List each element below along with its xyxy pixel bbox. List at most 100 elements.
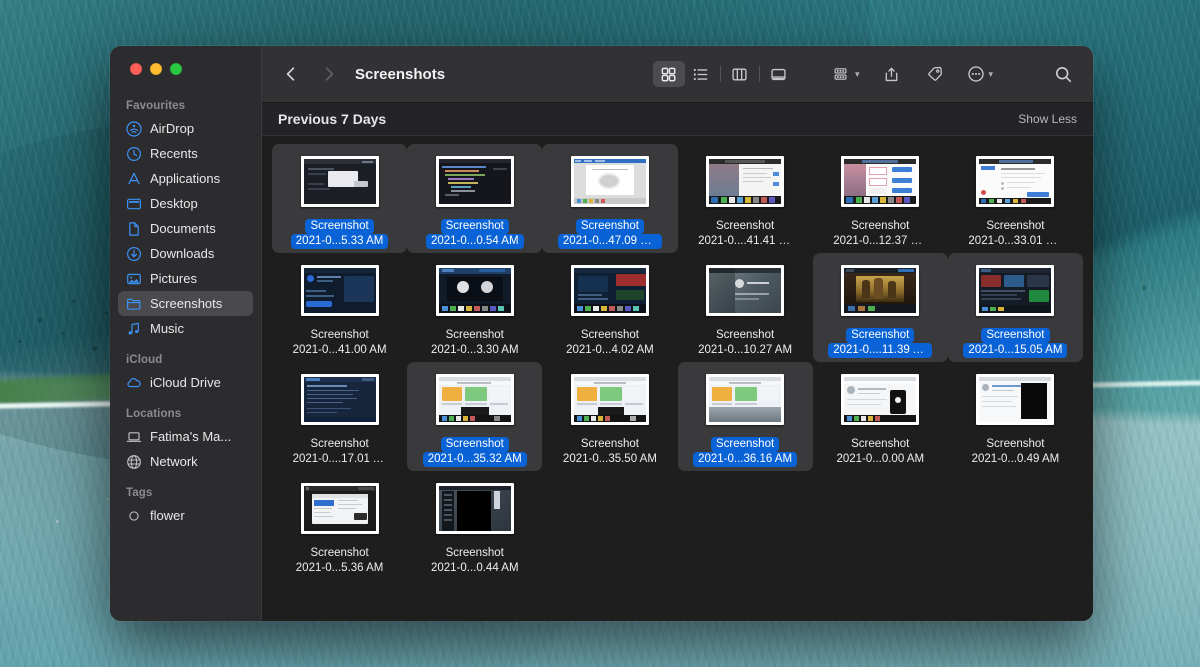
file-item[interactable]: Screenshot2021-0...33.01 PM — [948, 144, 1083, 253]
file-name[interactable]: Screenshot2021-0...0.44 AM — [411, 546, 538, 576]
file-item[interactable]: Screenshot2021-0....11.39 AM — [813, 253, 948, 362]
file-item[interactable]: Screenshot2021-0...41.00 AM — [272, 253, 407, 362]
file-name-line-1: Screenshot — [441, 219, 509, 234]
file-name-line-2: 2021-0...35.50 AM — [558, 452, 662, 467]
file-name[interactable]: Screenshot2021-0...47.09 PM — [546, 219, 673, 249]
sidebar-item-documents[interactable]: Documents — [118, 216, 253, 241]
wallpaper-speck — [1142, 286, 1146, 290]
file-name[interactable]: Screenshot2021-0...3.30 AM — [411, 328, 538, 358]
sidebar-item-label: flower — [150, 508, 185, 523]
sidebar-item-downloads[interactable]: Downloads — [118, 241, 253, 266]
search-button[interactable] — [1047, 61, 1079, 87]
file-name-line-2: 2021-0...36.16 AM — [693, 452, 797, 467]
file-name-line-2: 2021-0...47.09 PM — [558, 234, 662, 249]
file-name[interactable]: Screenshot2021-0....17.01 AM — [276, 437, 403, 467]
file-name[interactable]: Screenshot2021-0...36.16 AM — [682, 437, 809, 467]
music-note-icon — [126, 321, 142, 337]
group-by-button[interactable]: ▾ — [829, 61, 864, 87]
sidebar-item-fatimas-mac[interactable]: Fatima's Ma... — [118, 424, 253, 449]
tags-button[interactable] — [919, 61, 951, 87]
file-item[interactable]: Screenshot2021-0...35.50 AM — [542, 362, 677, 471]
file-name[interactable]: Screenshot2021-0....41.41 PM — [682, 219, 809, 249]
sidebar-item-network[interactable]: Network — [118, 449, 253, 474]
file-item[interactable]: Screenshot2021-0...3.30 AM — [407, 253, 542, 362]
file-item[interactable]: Screenshot2021-0...36.16 AM — [678, 362, 813, 471]
file-thumbnail — [298, 150, 381, 212]
chevron-down-icon: ▾ — [988, 69, 993, 80]
zoom-button[interactable] — [170, 63, 182, 75]
file-item[interactable]: Screenshot2021-0...0.54 AM — [407, 144, 542, 253]
wallpaper-speck — [107, 498, 109, 500]
file-name[interactable]: Screenshot2021-0...5.36 AM — [276, 546, 403, 576]
window-controls[interactable] — [130, 63, 182, 75]
forward-button[interactable] — [316, 61, 342, 87]
file-item[interactable]: Screenshot2021-0...0.49 AM — [948, 362, 1083, 471]
column-view-button[interactable] — [724, 61, 756, 87]
file-item[interactable]: Screenshot2021-0...4.02 AM — [542, 253, 677, 362]
file-grid-scroll-area[interactable]: Screenshot2021-0...5.33 AMScreenshot2021… — [262, 136, 1093, 621]
screenshot-preview-image — [436, 483, 514, 534]
file-name-line-2: 2021-0...5.36 AM — [291, 561, 389, 576]
back-button[interactable] — [278, 61, 304, 87]
close-button[interactable] — [130, 63, 142, 75]
file-name[interactable]: Screenshot2021-0...4.02 AM — [546, 328, 673, 358]
finder-window[interactable]: Favourites AirDrop Recents Applications … — [110, 46, 1093, 621]
file-item[interactable]: Screenshot2021-0...5.36 AM — [272, 471, 407, 580]
sidebar-item-desktop[interactable]: Desktop — [118, 191, 253, 216]
sidebar-item-icloud-drive[interactable]: iCloud Drive — [118, 370, 253, 395]
file-name[interactable]: Screenshot2021-0...5.33 AM — [276, 219, 403, 249]
icon-view-button[interactable] — [653, 61, 685, 87]
show-less-button[interactable]: Show Less — [1018, 112, 1077, 126]
share-button[interactable] — [875, 61, 907, 87]
sidebar-item-label: iCloud Drive — [150, 375, 221, 390]
file-name[interactable]: Screenshot2021-0...0.49 AM — [952, 437, 1079, 467]
file-name[interactable]: Screenshot2021-0...33.01 PM — [952, 219, 1079, 249]
gallery-view-button[interactable] — [763, 61, 795, 87]
file-name[interactable]: Screenshot2021-0....11.39 AM — [817, 328, 944, 358]
sidebar[interactable]: Favourites AirDrop Recents Applications … — [110, 46, 262, 621]
screenshot-preview-image — [976, 265, 1054, 316]
file-name-line-1: Screenshot — [305, 328, 373, 343]
list-view-button[interactable] — [685, 61, 717, 87]
file-grid: Screenshot2021-0...5.33 AMScreenshot2021… — [272, 144, 1083, 580]
file-name[interactable]: Screenshot2021-0...0.54 AM — [411, 219, 538, 249]
file-name[interactable]: Screenshot2021-0...10.27 AM — [682, 328, 809, 358]
file-name[interactable]: Screenshot2021-0...35.32 AM — [411, 437, 538, 467]
file-name-line-1: Screenshot — [305, 546, 373, 561]
file-item[interactable]: Screenshot2021-0...0.00 AM — [813, 362, 948, 471]
sidebar-item-applications[interactable]: Applications — [118, 166, 253, 191]
file-item[interactable]: Screenshot2021-0...12.37 PM — [813, 144, 948, 253]
file-name[interactable]: Screenshot2021-0...35.50 AM — [546, 437, 673, 467]
sidebar-item-pictures[interactable]: Pictures — [118, 266, 253, 291]
file-name[interactable]: Screenshot2021-0...15.05 AM — [952, 328, 1079, 358]
file-item[interactable]: Screenshot2021-0....17.01 AM — [272, 362, 407, 471]
file-name[interactable]: Screenshot2021-0...41.00 AM — [276, 328, 403, 358]
file-item[interactable]: Screenshot2021-0...5.33 AM — [272, 144, 407, 253]
file-item[interactable]: Screenshot2021-0...15.05 AM — [948, 253, 1083, 362]
sidebar-item-label: Documents — [150, 221, 216, 236]
sidebar-item-tag-flower[interactable]: flower — [118, 503, 253, 528]
view-mode-segmented-control[interactable] — [653, 61, 795, 87]
file-thumbnail — [704, 259, 787, 321]
file-name[interactable]: Screenshot2021-0...0.00 AM — [817, 437, 944, 467]
sidebar-item-screenshots[interactable]: Screenshots — [118, 291, 253, 316]
file-item[interactable]: Screenshot2021-0...47.09 PM — [542, 144, 677, 253]
screenshot-preview-image — [976, 156, 1054, 207]
sidebar-item-airdrop[interactable]: AirDrop — [118, 116, 253, 141]
file-item[interactable]: Screenshot2021-0...35.32 AM — [407, 362, 542, 471]
file-item[interactable]: Screenshot2021-0....41.41 PM — [678, 144, 813, 253]
minimize-button[interactable] — [150, 63, 162, 75]
document-icon — [126, 221, 142, 237]
sidebar-item-label: Downloads — [150, 246, 214, 261]
file-item[interactable]: Screenshot2021-0...10.27 AM — [678, 253, 813, 362]
sidebar-item-label: Recents — [150, 146, 198, 161]
file-item[interactable]: Screenshot2021-0...0.44 AM — [407, 471, 542, 580]
file-name[interactable]: Screenshot2021-0...12.37 PM — [817, 219, 944, 249]
more-actions-button[interactable]: ▾ — [963, 61, 997, 87]
group-header: Previous 7 Days Show Less — [262, 103, 1093, 136]
sidebar-item-recents[interactable]: Recents — [118, 141, 253, 166]
file-thumbnail — [974, 368, 1057, 430]
sidebar-item-music[interactable]: Music — [118, 316, 253, 341]
file-thumbnail — [704, 368, 787, 430]
desktop-icon — [126, 196, 142, 212]
